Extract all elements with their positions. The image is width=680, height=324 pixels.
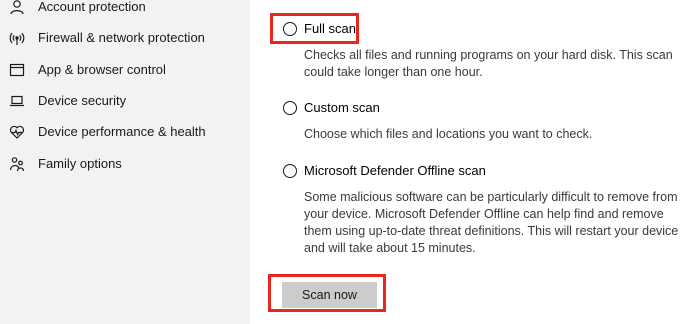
sidebar-item-device-security[interactable]: Device security: [0, 87, 250, 115]
laptop-icon: [9, 93, 25, 109]
custom-scan-label: Custom scan: [304, 100, 380, 115]
app-window-icon: [9, 62, 25, 78]
family-icon: [9, 156, 25, 172]
offline-scan-description: Some malicious software can be particula…: [304, 190, 679, 255]
sidebar: Account protection Firewall & network pr…: [0, 0, 250, 324]
sidebar-item-label: Account protection: [38, 0, 146, 14]
offline-scan-label: Microsoft Defender Offline scan: [304, 163, 486, 178]
sidebar-item-label: Firewall & network protection: [38, 30, 205, 45]
full-scan-radio[interactable]: [283, 22, 297, 36]
sidebar-item-label: App & browser control: [38, 62, 166, 77]
sidebar-item-account-protection[interactable]: Account protection: [0, 0, 250, 21]
full-scan-description: Checks all files and running programs on…: [304, 48, 673, 79]
heart-icon: [9, 124, 25, 140]
sidebar-item-label: Device security: [38, 93, 127, 108]
sidebar-item-family-options[interactable]: Family options: [0, 150, 250, 178]
offline-scan-radio[interactable]: [283, 164, 297, 178]
custom-scan-radio[interactable]: [283, 101, 297, 115]
sidebar-item-label: Device performance & health: [38, 124, 206, 139]
sidebar-item-label: Family options: [38, 156, 122, 171]
scan-now-button[interactable]: Scan now: [282, 282, 377, 308]
wifi-icon: [9, 30, 25, 46]
sidebar-item-device-performance[interactable]: Device performance & health: [0, 118, 250, 146]
sidebar-item-firewall[interactable]: Firewall & network protection: [0, 24, 250, 52]
person-icon: [9, 0, 25, 15]
custom-scan-description: Choose which files and locations you wan…: [304, 127, 593, 141]
full-scan-label: Full scan: [304, 21, 357, 36]
sidebar-item-app-browser-control[interactable]: App & browser control: [0, 56, 250, 84]
